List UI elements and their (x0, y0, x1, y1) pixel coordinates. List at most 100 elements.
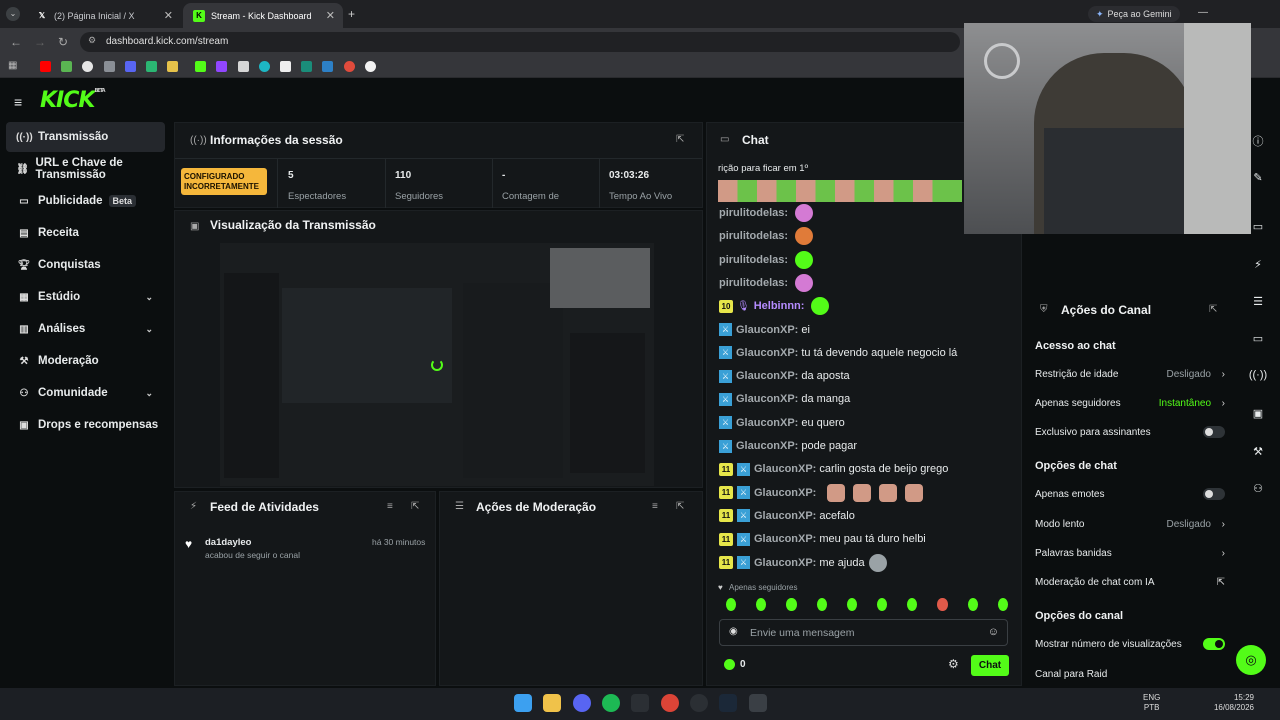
kick-logo[interactable]: KICKBETA (40, 88, 106, 113)
stream-preview-video[interactable] (220, 243, 654, 486)
preview-icon[interactable]: ▣ (1246, 401, 1270, 425)
chat-username[interactable]: GlauconXP: (736, 370, 798, 382)
file-explorer-icon[interactable] (543, 694, 561, 712)
chat-username[interactable]: GlauconXP: (736, 440, 798, 452)
gemini-button[interactable]: ✦ Peça ao Gemini (1088, 6, 1180, 22)
chat-message[interactable]: 11 ⚔ GlauconXP: meu pau tá duro helbi (719, 529, 926, 549)
community-icon[interactable]: ⚇ (1246, 476, 1270, 500)
bookmark-icon[interactable] (365, 61, 376, 72)
ai-moderation-row[interactable]: Moderação de chat com IA ⇱ (1035, 573, 1225, 591)
steam-icon[interactable] (719, 694, 737, 712)
bolt-icon[interactable]: ⚡︎ (1246, 252, 1270, 276)
emote-icon[interactable] (937, 598, 948, 611)
chat-message[interactable]: 10 🎙︎ Helbinnn: (719, 296, 830, 316)
bookmark-icon[interactable] (125, 61, 136, 72)
kick-bookmark-icon[interactable] (195, 61, 206, 72)
chat-message[interactable]: pirulitodelas: (719, 273, 814, 293)
chat-username[interactable]: GlauconXP: (754, 463, 816, 475)
help-button[interactable]: ◎ (1236, 645, 1266, 675)
chat-username[interactable]: GlauconXP: (736, 324, 798, 336)
subscribers-only-row[interactable]: Exclusivo para assinantes (1035, 423, 1225, 441)
youtube-bookmark-icon[interactable] (40, 61, 51, 72)
edit-icon[interactable]: ✎ (1246, 165, 1270, 189)
emote-icon[interactable] (846, 598, 858, 611)
chat-message[interactable]: ⚔ GlauconXP: ei (719, 320, 810, 340)
sidebar-item-publicidade[interactable]: ▭ Publicidade Beta (6, 186, 165, 216)
emote-icon[interactable] (877, 598, 888, 611)
hammer-icon[interactable]: ⚒ (1246, 439, 1270, 463)
chat-username[interactable]: GlauconXP: (736, 347, 798, 359)
chat-username[interactable]: GlauconXP: (754, 557, 816, 569)
sidebar-item-analises[interactable]: ▥ Análises ⌄ (6, 314, 165, 344)
emote-icon[interactable] (816, 598, 827, 611)
followers-only-row[interactable]: Apenas seguidores Instantâneo › (1035, 394, 1225, 412)
feed-user[interactable]: da1dayleo (205, 537, 251, 548)
sidebar-item-estudio[interactable]: ▦ Estúdio ⌄ (6, 282, 165, 312)
filter-icon[interactable]: ≡ (652, 501, 658, 512)
emote-icon[interactable] (726, 598, 737, 611)
chat-message[interactable]: 11 ⚔ GlauconXP: (719, 483, 924, 503)
sidebar-item-transmissao[interactable]: ((·)) Transmissão (6, 122, 165, 152)
windows-start-icon[interactable] (514, 694, 532, 712)
obs-icon[interactable] (690, 694, 708, 712)
twitch-bookmark-icon[interactable] (216, 61, 227, 72)
chat-message[interactable]: pirulitodelas: (719, 250, 814, 270)
chat-username[interactable]: GlauconXP: (754, 487, 816, 499)
sidebar-item-comunidade[interactable]: ⚇ Comunidade ⌄ (6, 378, 165, 408)
status-badge[interactable]: CONFIGURADO INCORRETAMENTE (181, 168, 267, 195)
filter-icon[interactable]: ≡ (387, 501, 393, 512)
clock[interactable]: 15:29 16/08/2026 (1208, 693, 1254, 713)
bookmark-icon[interactable] (259, 61, 270, 72)
chat-username[interactable]: Helbinnn: (754, 300, 805, 312)
bookmark-icon[interactable] (61, 61, 72, 72)
banned-words-row[interactable]: Palavras banidas › (1035, 544, 1225, 562)
chat-message[interactable]: pirulitodelas: (719, 226, 814, 246)
chat-message[interactable]: ⚔ GlauconXP: pode pagar (719, 436, 857, 456)
raid-channel-row[interactable]: Canal para Raid (1035, 665, 1225, 683)
popout-icon[interactable]: ⇱ (676, 501, 684, 512)
lang-indicator[interactable]: ENG PTB (1143, 693, 1160, 713)
popout-icon[interactable]: ⇱ (676, 134, 684, 145)
emotes-only-toggle[interactable] (1203, 488, 1225, 500)
bookmark-icon[interactable] (301, 61, 312, 72)
chat-message[interactable]: 11 ⚔ GlauconXP: me ajuda (719, 553, 887, 573)
emote-icon[interactable] (786, 598, 797, 611)
age-restriction-row[interactable]: Restrição de idade Desligado › (1035, 365, 1225, 383)
address-bar[interactable]: ⚙ dashboard.kick.com/stream (80, 32, 960, 52)
new-tab-button[interactable]: + (348, 7, 355, 21)
spotify-icon[interactable] (602, 694, 620, 712)
broadcast-icon[interactable]: ((·)) (1246, 363, 1270, 387)
sidebar-item-url[interactable]: ⛓ URL e Chave de Transmissão (6, 154, 171, 184)
sidebar-item-conquistas[interactable]: 🏆︎ Conquistas (6, 250, 165, 280)
chat-send-button[interactable]: Chat (971, 655, 1009, 676)
bookmark-icon[interactable] (167, 61, 178, 72)
chat-message[interactable]: 11 ⚔ GlauconXP: acefalo (719, 506, 855, 526)
popout-icon[interactable]: ⇱ (1209, 304, 1217, 315)
bookmark-icon[interactable] (344, 61, 355, 72)
chat-message[interactable]: ⚔ GlauconXP: tu tá devendo aquele negocio … (719, 343, 957, 363)
emotes-only-row[interactable]: Apenas emotes (1035, 485, 1225, 503)
list-icon[interactable]: ☰ (1246, 289, 1270, 313)
bookmark-icon[interactable] (82, 61, 93, 72)
chat-message[interactable]: pirulitodelas: (719, 203, 814, 223)
chat-username[interactable]: pirulitodelas: (719, 230, 788, 242)
info-icon[interactable]: ⓘ (1246, 129, 1270, 153)
close-tab-icon[interactable]: ✕ (326, 9, 335, 22)
tab-x[interactable]: 𝕏 (2) Página Inicial / X ✕ (26, 3, 181, 28)
bookmark-icon[interactable] (104, 61, 115, 72)
chat-input[interactable]: ◉ Envie uma mensagem ☺ (719, 619, 1008, 646)
apps-icon[interactable]: ▦ (8, 60, 17, 71)
slow-mode-row[interactable]: Modo lento Desligado › (1035, 515, 1225, 533)
reload-button[interactable]: ↻ (58, 35, 68, 49)
chat-username[interactable]: GlauconXP: (736, 417, 798, 429)
audio-app-icon[interactable] (631, 694, 649, 712)
forward-button[interactable]: → (34, 35, 46, 49)
emoji-icon[interactable]: ☺ (988, 626, 999, 638)
chat-message[interactable]: ⚔ GlauconXP: da aposta (719, 366, 850, 386)
chat-username[interactable]: pirulitodelas: (719, 254, 788, 266)
close-tab-icon[interactable]: ✕ (164, 9, 173, 22)
discord-icon[interactable] (573, 694, 591, 712)
show-viewcount-toggle[interactable] (1203, 638, 1225, 650)
chrome-icon[interactable] (661, 694, 679, 712)
chat-username[interactable]: GlauconXP: (754, 510, 816, 522)
